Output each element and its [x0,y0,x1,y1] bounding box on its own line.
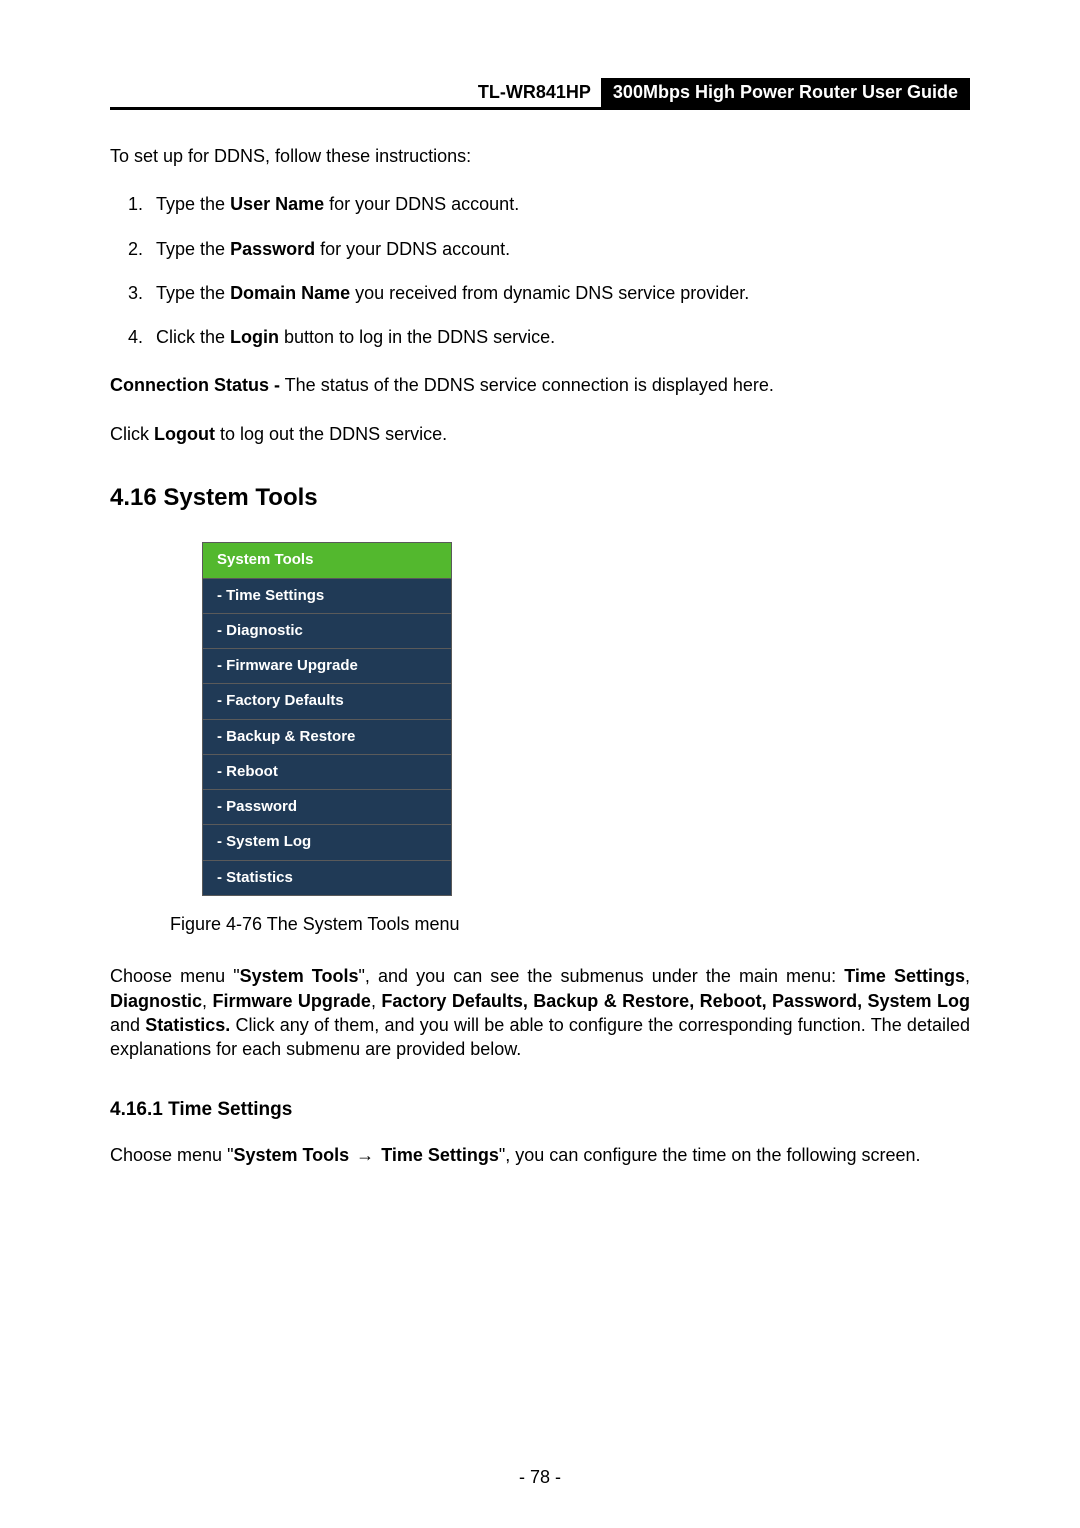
connection-status-line: Connection Status - The status of the DD… [110,373,970,397]
doc-title: 300Mbps High Power Router User Guide [601,78,970,107]
menu-item-diagnostic: - Diagnostic [203,614,451,649]
doc-model: TL-WR841HP [110,78,601,107]
logout-post: to log out the DDNS service. [215,424,447,444]
menu-item-backup-restore: - Backup & Restore [203,720,451,755]
logout-pre: Click [110,424,154,444]
system-tools-menu-figure: System Tools - Time Settings - Diagnosti… [202,542,970,896]
subsection-heading-time-settings: 4.16.1 Time Settings [110,1097,970,1123]
doc-header: TL-WR841HP 300Mbps High Power Router Use… [110,78,970,110]
section-heading-system-tools: 4.16 System Tools [110,482,970,514]
ddns-steps-list: Type the User Name for your DDNS account… [110,192,970,349]
step-bold: Login [230,327,279,347]
step-text: for your DDNS account. [324,194,519,214]
ddns-step-2: Type the Password for your DDNS account. [148,237,970,261]
menu-item-firmware-upgrade: - Firmware Upgrade [203,649,451,684]
menu-header: System Tools [203,543,451,578]
step-bold: User Name [230,194,324,214]
system-tools-menu: System Tools - Time Settings - Diagnosti… [202,542,452,896]
arrow-icon: → [349,1145,381,1165]
step-text: button to log in the DDNS service. [279,327,555,347]
step-text: for your DDNS account. [315,239,510,259]
figure-caption: Figure 4-76 The System Tools menu [170,912,970,936]
logout-line: Click Logout to log out the DDNS service… [110,422,970,446]
step-text: Type the [156,239,230,259]
menu-item-password: - Password [203,790,451,825]
step-text: Type the [156,194,230,214]
step-bold: Domain Name [230,283,350,303]
ddns-intro: To set up for DDNS, follow these instruc… [110,144,970,168]
menu-item-factory-defaults: - Factory Defaults [203,684,451,719]
system-tools-description: Choose menu "System Tools", and you can … [110,964,970,1061]
step-text: Click the [156,327,230,347]
logout-bold: Logout [154,424,215,444]
page-number: - 78 - [110,1467,970,1488]
ddns-step-1: Type the User Name for your DDNS account… [148,192,970,216]
time-settings-description: Choose menu "System Tools → Time Setting… [110,1143,970,1167]
menu-item-reboot: - Reboot [203,755,451,790]
conn-status-text: The status of the DDNS service connectio… [280,375,774,395]
step-bold: Password [230,239,315,259]
menu-item-time-settings: - Time Settings [203,579,451,614]
menu-item-system-log: - System Log [203,825,451,860]
ddns-step-4: Click the Login button to log in the DDN… [148,325,970,349]
ddns-step-3: Type the Domain Name you received from d… [148,281,970,305]
menu-item-statistics: - Statistics [203,861,451,895]
step-text: Type the [156,283,230,303]
conn-status-label: Connection Status - [110,375,280,395]
step-text: you received from dynamic DNS service pr… [350,283,749,303]
